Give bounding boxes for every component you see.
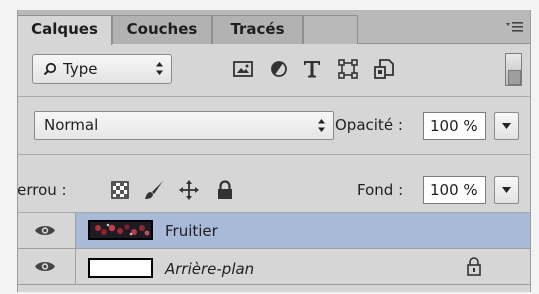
panel-tab-bar: Calques Couches Tracés xyxy=(18,10,530,45)
eye-icon xyxy=(35,262,55,271)
layer-name[interactable]: Fruitier xyxy=(165,222,218,240)
opacity-dropdown-button[interactable] xyxy=(494,112,519,140)
eye-icon xyxy=(35,226,55,235)
layer-visibility-toggle[interactable] xyxy=(18,213,76,248)
filter-toggle-switch[interactable] xyxy=(505,53,522,86)
chevron-updown-icon xyxy=(318,119,325,132)
tab-couches-label: Couches xyxy=(126,20,198,38)
fill-input[interactable]: 100 % xyxy=(423,176,486,204)
blend-mode-value: Normal xyxy=(44,116,99,134)
divider xyxy=(18,96,530,97)
fill-dropdown-button[interactable] xyxy=(494,176,519,204)
opacity-label: Opacité : xyxy=(335,116,403,134)
lock-transparent-pixels-icon[interactable] xyxy=(109,179,131,201)
lock-icon xyxy=(467,257,481,276)
image-filter-icon[interactable] xyxy=(232,58,254,80)
fill-label: Fond : xyxy=(357,181,404,199)
tab-traces-label: Tracés xyxy=(230,20,285,38)
layer-row-arriere-plan[interactable]: Arrière-plan xyxy=(18,249,530,284)
chevron-down-icon xyxy=(502,187,511,193)
layer-thumbnail xyxy=(88,220,153,240)
lock-label: Verrou : xyxy=(17,181,67,199)
tab-calques-label: Calques xyxy=(31,20,98,38)
tab-spacer xyxy=(303,15,358,44)
layer-name[interactable]: Arrière-plan xyxy=(165,260,254,278)
filter-toggle-knob xyxy=(508,70,521,85)
layer-thumbnail xyxy=(88,258,153,278)
layer-filter-kind-select[interactable]: Type xyxy=(32,54,172,84)
divider xyxy=(18,284,530,285)
type-filter-icon[interactable] xyxy=(301,58,323,80)
search-icon xyxy=(43,62,57,76)
adjustment-filter-icon[interactable] xyxy=(268,58,290,80)
fruit-thumbnail-image xyxy=(90,222,151,238)
filter-kind-label: Type xyxy=(63,60,98,78)
lock-position-icon[interactable] xyxy=(178,179,200,201)
divider xyxy=(18,154,530,155)
chevron-down-icon xyxy=(502,123,511,129)
tab-traces[interactable]: Tracés xyxy=(212,15,303,44)
layers-panel: Calques Couches Tracés Type Normal Opaci… xyxy=(17,10,531,292)
lock-image-pixels-icon[interactable] xyxy=(143,179,165,201)
opacity-input[interactable]: 100 % xyxy=(423,112,486,140)
shape-filter-icon[interactable] xyxy=(337,58,359,80)
layer-row-fruitier[interactable]: Fruitier xyxy=(18,213,530,248)
blend-mode-select[interactable]: Normal xyxy=(34,111,334,140)
layer-visibility-toggle[interactable] xyxy=(18,249,76,284)
tab-couches[interactable]: Couches xyxy=(112,15,212,44)
lock-all-icon[interactable] xyxy=(214,179,236,201)
tab-calques[interactable]: Calques xyxy=(18,15,112,45)
panel-menu-icon[interactable] xyxy=(504,20,524,34)
smart-object-filter-icon[interactable] xyxy=(373,58,395,80)
chevron-updown-icon xyxy=(156,62,163,75)
